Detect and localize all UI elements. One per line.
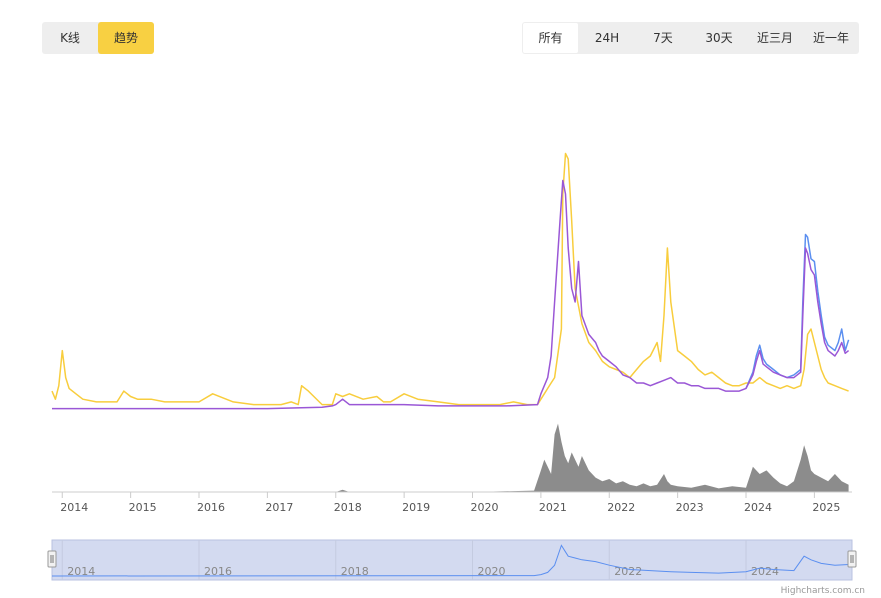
price-trend-chart: 2014 2015 2016 2017 2018 2019 2020 2021 2022 2023… (47, 152, 857, 581)
x-tick-label: 2021 (539, 501, 567, 514)
x-tick-label: 2016 (197, 501, 225, 514)
volume-area (52, 423, 849, 492)
x-tick-label: 2023 (676, 501, 704, 514)
x-tick-label: 2022 (607, 501, 635, 514)
x-tick-label: 2015 (129, 501, 157, 514)
x-tick-label: 2024 (744, 501, 772, 514)
x-axis-ticks: 2014 2015 2016 2017 2018 2019 2020 2021 2022 2023… (60, 492, 840, 514)
series-line-yellow (51, 152, 849, 406)
series-line-blue (745, 233, 850, 389)
main-plot (51, 152, 850, 410)
series-line-purple (52, 179, 850, 410)
navigator[interactable]: 2014 2016 2018 2020 2022 2024 (47, 539, 857, 581)
volume-plot (52, 423, 849, 492)
navigator-handle-left[interactable] (47, 550, 57, 568)
navigator-handle-right[interactable] (847, 550, 857, 568)
chart-credit: Highcharts.com.cn (780, 586, 865, 596)
x-tick-label: 2020 (471, 501, 499, 514)
navigator-range[interactable] (51, 539, 853, 581)
x-tick-label: 2018 (334, 501, 362, 514)
navigator-label: 2024 (751, 565, 779, 578)
x-tick-label: 2014 (60, 501, 88, 514)
x-tick-label: 2017 (265, 501, 293, 514)
x-tick-label: 2025 (812, 501, 840, 514)
x-tick-label: 2019 (402, 501, 430, 514)
